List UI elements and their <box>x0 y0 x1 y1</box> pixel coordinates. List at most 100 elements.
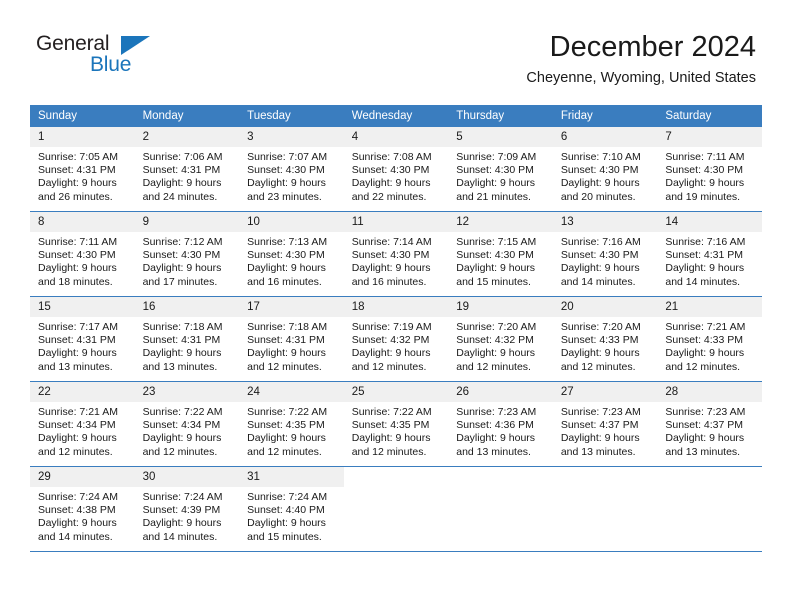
calendar-day-cell[interactable]: 7 Sunrise: 7:11 AM Sunset: 4:30 PM Daylight… <box>657 127 762 211</box>
calendar-table: Sunday Monday Tuesday Wednesday Thursday… <box>30 105 762 551</box>
weekday-header-sunday: Sunday <box>30 105 135 127</box>
calendar-day-cell[interactable]: 6 Sunrise: 7:10 AM Sunset: 4:30 PM Daylight… <box>552 127 658 211</box>
sunset-time: Sunset: 4:31 PM <box>247 334 325 347</box>
sunrise-time: Sunrise: 7:23 AM <box>456 406 537 418</box>
calendar-day-cell[interactable]: 23 Sunrise: 7:22 AM Sunset: 4:34 PM Dayligh… <box>134 382 240 466</box>
calendar-day-cell[interactable]: 12 Sunrise: 7:15 AM Sunset: 4:30 PM Dayligh… <box>448 212 553 296</box>
daylight-duration-line2: and 14 minutes. <box>38 530 113 543</box>
day-details: Sunrise: 7:05 AM Sunset: 4:31 PM Daylight:… <box>30 147 135 204</box>
calendar-day-cell[interactable]: 3 Sunrise: 7:07 AM Sunset: 4:30 PM Daylight… <box>239 127 344 211</box>
day-details: Sunrise: 7:22 AM Sunset: 4:35 PM Daylight:… <box>239 402 344 459</box>
sunset-time: Sunset: 4:31 PM <box>142 334 221 347</box>
sunrise-time: Sunrise: 7:22 AM <box>247 406 328 418</box>
calendar-day-cell[interactable]: 1 Sunrise: 7:05 AM Sunset: 4:31 PM Daylight… <box>30 127 135 211</box>
sunset-time: Sunset: 4:39 PM <box>142 504 221 517</box>
sunset-time: Sunset: 4:30 PM <box>351 164 430 177</box>
sunrise-time: Sunrise: 7:20 AM <box>456 321 537 333</box>
sunrise-time: Sunrise: 7:14 AM <box>351 236 432 248</box>
calendar-page: General Blue December 2024 Cheyenne, Wyo… <box>0 0 792 612</box>
calendar-day-cell[interactable]: 8 Sunrise: 7:11 AM Sunset: 4:30 PM Daylight… <box>30 212 135 296</box>
day-number <box>657 467 762 487</box>
daylight-duration-line1: Daylight: 9 hours <box>665 177 745 190</box>
sunrise-time: Sunrise: 7:24 AM <box>247 491 328 503</box>
sunset-time: Sunset: 4:30 PM <box>247 249 325 262</box>
daylight-duration-line1: Daylight: 9 hours <box>351 347 431 360</box>
sunrise-time: Sunrise: 7:16 AM <box>560 236 641 248</box>
sunset-time: Sunset: 4:31 PM <box>142 164 221 177</box>
calendar-day-cell[interactable]: 18 Sunrise: 7:19 AM Sunset: 4:32 PM Dayligh… <box>343 297 449 381</box>
daylight-duration-line1: Daylight: 9 hours <box>142 347 222 360</box>
calendar-day-cell[interactable]: 25 Sunrise: 7:22 AM Sunset: 4:35 PM Dayligh… <box>343 382 449 466</box>
daylight-duration-line2: and 12 minutes. <box>38 445 113 458</box>
daylight-duration-line2: and 20 minutes. <box>560 190 636 203</box>
sunrise-time: Sunrise: 7:18 AM <box>247 321 328 333</box>
sunset-time: Sunset: 4:33 PM <box>665 334 744 347</box>
day-details: Sunrise: 7:23 AM Sunset: 4:37 PM Daylight:… <box>657 402 762 459</box>
calendar-day-cell[interactable]: 11 Sunrise: 7:14 AM Sunset: 4:30 PM Dayligh… <box>343 212 449 296</box>
calendar-day-cell[interactable]: 5 Sunrise: 7:09 AM Sunset: 4:30 PM Daylight… <box>448 127 553 211</box>
sunrise-time: Sunrise: 7:11 AM <box>38 236 118 248</box>
day-number: 13 <box>552 212 658 232</box>
calendar-day-cell[interactable]: 31 Sunrise: 7:24 AM Sunset: 4:40 PM Dayligh… <box>239 467 344 551</box>
calendar-day-cell[interactable]: 26 Sunrise: 7:23 AM Sunset: 4:36 PM Dayligh… <box>448 382 553 466</box>
sunset-time: Sunset: 4:30 PM <box>456 249 534 262</box>
day-number: 24 <box>239 382 344 402</box>
daylight-duration-line2: and 12 minutes. <box>247 360 322 373</box>
calendar-day-cell[interactable]: 27 Sunrise: 7:23 AM Sunset: 4:37 PM Dayligh… <box>552 382 658 466</box>
calendar-day-cell[interactable]: 2 Sunrise: 7:06 AM Sunset: 4:31 PM Daylight… <box>134 127 240 211</box>
day-number: 19 <box>448 297 553 317</box>
day-number: 11 <box>343 212 449 232</box>
day-number: 8 <box>30 212 135 232</box>
weekday-header-wednesday: Wednesday <box>343 105 449 127</box>
calendar-day-cell[interactable]: 13 Sunrise: 7:16 AM Sunset: 4:30 PM Dayligh… <box>552 212 658 296</box>
calendar-day-cell[interactable]: 30 Sunrise: 7:24 AM Sunset: 4:39 PM Dayligh… <box>134 467 240 551</box>
day-details: Sunrise: 7:21 AM Sunset: 4:33 PM Daylight:… <box>657 317 762 374</box>
sunset-time: Sunset: 4:30 PM <box>456 164 534 177</box>
daylight-duration-line1: Daylight: 9 hours <box>351 262 431 275</box>
calendar-day-cell[interactable]: 17 Sunrise: 7:18 AM Sunset: 4:31 PM Dayligh… <box>239 297 344 381</box>
day-number <box>553 467 658 487</box>
sunrise-time: Sunrise: 7:23 AM <box>665 406 746 418</box>
calendar-day-cell[interactable]: 20 Sunrise: 7:20 AM Sunset: 4:33 PM Dayligh… <box>552 297 658 381</box>
sunset-time: Sunset: 4:36 PM <box>456 419 534 432</box>
day-number: 12 <box>448 212 553 232</box>
day-number: 30 <box>134 467 240 487</box>
day-number: 9 <box>134 212 240 232</box>
page-header: General Blue December 2024 Cheyenne, Wyo… <box>0 0 792 100</box>
calendar-day-cell[interactable]: 19 Sunrise: 7:20 AM Sunset: 4:32 PM Dayligh… <box>448 297 553 381</box>
calendar-day-cell[interactable]: 15 Sunrise: 7:17 AM Sunset: 4:31 PM Dayligh… <box>30 297 135 381</box>
daylight-duration-line1: Daylight: 9 hours <box>142 177 222 190</box>
daylight-duration-line2: and 12 minutes. <box>351 445 427 458</box>
calendar-day-cell[interactable]: 22 Sunrise: 7:21 AM Sunset: 4:34 PM Dayligh… <box>30 382 135 466</box>
calendar-day-cell[interactable]: 24 Sunrise: 7:22 AM Sunset: 4:35 PM Dayligh… <box>239 382 344 466</box>
calendar-day-cell[interactable]: 10 Sunrise: 7:13 AM Sunset: 4:30 PM Dayligh… <box>239 212 344 296</box>
sunset-time: Sunset: 4:30 PM <box>560 249 639 262</box>
daylight-duration-line2: and 12 minutes. <box>351 360 427 373</box>
calendar-day-cell[interactable]: 16 Sunrise: 7:18 AM Sunset: 4:31 PM Dayligh… <box>134 297 240 381</box>
calendar-day-cell[interactable]: 14 Sunrise: 7:16 AM Sunset: 4:31 PM Dayligh… <box>657 212 762 296</box>
day-number: 26 <box>448 382 553 402</box>
calendar-day-cell[interactable]: 28 Sunrise: 7:23 AM Sunset: 4:37 PM Dayligh… <box>657 382 762 466</box>
day-number: 18 <box>343 297 449 317</box>
calendar-day-cell[interactable]: 29 Sunrise: 7:24 AM Sunset: 4:38 PM Dayligh… <box>30 467 135 551</box>
daylight-duration-line2: and 15 minutes. <box>247 530 322 543</box>
daylight-duration-line2: and 22 minutes. <box>351 190 427 203</box>
daylight-duration-line2: and 12 minutes. <box>456 360 531 373</box>
sunrise-time: Sunrise: 7:11 AM <box>665 151 745 163</box>
day-number: 25 <box>343 382 449 402</box>
generalblue-logo[interactable]: General Blue <box>36 32 216 82</box>
calendar-day-cell[interactable]: 4 Sunrise: 7:08 AM Sunset: 4:30 PM Daylight… <box>343 127 449 211</box>
sunset-time: Sunset: 4:35 PM <box>247 419 325 432</box>
daylight-duration-line2: and 12 minutes. <box>560 360 636 373</box>
daylight-duration-line1: Daylight: 9 hours <box>351 432 431 445</box>
calendar-day-cell[interactable]: 21 Sunrise: 7:21 AM Sunset: 4:33 PM Dayligh… <box>657 297 762 381</box>
calendar-day-cell-empty <box>553 467 658 551</box>
calendar-day-cell[interactable]: 9 Sunrise: 7:12 AM Sunset: 4:30 PM Daylight… <box>134 212 240 296</box>
daylight-duration-line1: Daylight: 9 hours <box>247 177 326 190</box>
sunset-time: Sunset: 4:30 PM <box>38 249 116 262</box>
daylight-duration-line2: and 18 minutes. <box>38 275 113 288</box>
day-number <box>448 467 553 487</box>
calendar-day-cell-empty <box>448 467 553 551</box>
day-details: Sunrise: 7:09 AM Sunset: 4:30 PM Daylight:… <box>448 147 553 204</box>
weekday-header-thursday: Thursday <box>448 105 553 127</box>
